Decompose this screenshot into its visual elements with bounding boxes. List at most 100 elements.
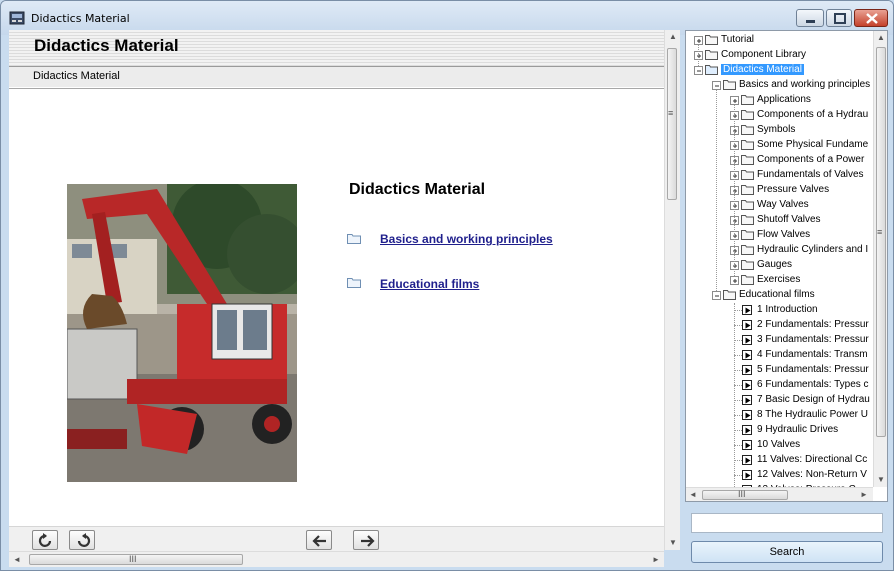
tree-item-label[interactable]: Component Library — [721, 49, 806, 60]
search-button[interactable]: Search — [691, 541, 883, 563]
minimize-icon — [806, 20, 815, 23]
tree-item[interactable]: 8 The Hydraulic Power U — [686, 408, 872, 423]
tree-item-label[interactable]: Tutorial — [721, 34, 754, 45]
content-horizontal-scrollbar[interactable]: ◄ III ► — [9, 551, 664, 567]
tree-item[interactable]: Fundamentals of Valves — [686, 168, 872, 183]
tree-item[interactable]: Exercises — [686, 273, 872, 288]
tree-item-label[interactable]: Fundamentals of Valves — [757, 169, 864, 180]
scroll-right-icon[interactable]: ► — [860, 490, 868, 499]
tree-connector — [734, 303, 736, 491]
content-vertical-scrollbar[interactable]: ▲ ≡ ▼ — [664, 30, 680, 550]
scroll-up-icon[interactable]: ▲ — [877, 33, 885, 42]
tree-item-label[interactable]: Components of a Hydrau — [757, 109, 868, 120]
tree-item[interactable]: Component Library — [686, 48, 872, 63]
tree-item-label[interactable]: 12 Valves: Non-Return V — [757, 469, 867, 480]
tree-item[interactable]: 12 Valves: Non-Return V — [686, 468, 872, 483]
tree-vscroll-thumb[interactable] — [876, 47, 886, 437]
link-basics-and-working-principles[interactable]: Basics and working principles — [380, 232, 553, 246]
folder-icon — [741, 260, 754, 270]
tree-horizontal-scrollbar[interactable]: ◄ III ► — [686, 487, 873, 501]
tree-item-label[interactable]: Components of a Power — [757, 154, 864, 165]
tree-item-label[interactable]: Didactics Material — [721, 64, 804, 75]
tree-vertical-scrollbar[interactable]: ▲ ≡ ▼ — [873, 31, 887, 487]
tree-item[interactable]: Tutorial — [686, 33, 872, 48]
tree-item[interactable]: Components of a Hydrau — [686, 108, 872, 123]
collapse-icon[interactable] — [712, 81, 721, 90]
tree-item-label[interactable]: 5 Fundamentals: Pressur — [757, 364, 869, 375]
tree-item-label[interactable]: Basics and working principles — [739, 79, 870, 90]
tree-item[interactable]: Educational films — [686, 288, 872, 303]
scroll-down-icon[interactable]: ▼ — [877, 475, 885, 484]
tree-item-label[interactable]: 2 Fundamentals: Pressur — [757, 319, 869, 330]
scroll-down-icon[interactable]: ▼ — [669, 538, 677, 547]
tree-item[interactable]: 7 Basic Design of Hydrau — [686, 393, 872, 408]
tree-item-label[interactable]: 1 Introduction — [757, 304, 818, 315]
scroll-right-icon[interactable]: ► — [652, 555, 660, 564]
tree-item-label[interactable]: Exercises — [757, 274, 800, 285]
forward-button[interactable] — [353, 530, 379, 550]
grip-icon: ≡ — [877, 227, 883, 237]
tree-item[interactable]: Basics and working principles — [686, 78, 872, 93]
tree-item-label[interactable]: 6 Fundamentals: Types c — [757, 379, 869, 390]
tree-item[interactable]: Gauges — [686, 258, 872, 273]
tree-item[interactable]: Components of a Power — [686, 153, 872, 168]
tree-item-label[interactable]: 4 Fundamentals: Transm — [757, 349, 868, 360]
scroll-left-icon[interactable]: ◄ — [13, 555, 21, 564]
tree-item-label[interactable]: 8 The Hydraulic Power U — [757, 409, 868, 420]
tree-item-label[interactable]: Symbols — [757, 124, 795, 135]
tree-item[interactable]: Applications — [686, 93, 872, 108]
tree-item-label[interactable]: Educational films — [739, 289, 815, 300]
back-button[interactable] — [306, 530, 332, 550]
search-input[interactable] — [691, 513, 883, 533]
expand-icon[interactable] — [730, 276, 739, 285]
expand-icon[interactable] — [730, 96, 739, 105]
tree-item[interactable]: 11 Valves: Directional Cc — [686, 453, 872, 468]
tree-item-label[interactable]: 10 Valves — [757, 439, 800, 450]
tree-item-label[interactable]: 3 Fundamentals: Pressur — [757, 334, 869, 345]
tree-item[interactable]: 1 Introduction — [686, 303, 872, 318]
tree-item-label[interactable]: Shutoff Valves — [757, 214, 821, 225]
tree-item-label[interactable]: Some Physical Fundame — [757, 139, 868, 150]
tree-item[interactable]: Hydraulic Cylinders and I — [686, 243, 872, 258]
tree-item-label[interactable]: Way Valves — [757, 199, 809, 210]
content-vscroll-thumb[interactable] — [667, 48, 677, 200]
refresh-button[interactable] — [32, 530, 58, 550]
reload-button[interactable] — [69, 530, 95, 550]
window-title: Didactics Material — [31, 12, 130, 25]
tree-item[interactable]: 10 Valves — [686, 438, 872, 453]
maximize-button[interactable] — [826, 9, 852, 27]
tree-item[interactable]: Pressure Valves — [686, 183, 872, 198]
minimize-button[interactable] — [796, 9, 824, 27]
tree-item[interactable]: Some Physical Fundame — [686, 138, 872, 153]
tree-item-label[interactable]: Flow Valves — [757, 229, 810, 240]
tree-item-label[interactable]: Applications — [757, 94, 811, 105]
tree-item-label[interactable]: Gauges — [757, 259, 792, 270]
scroll-up-icon[interactable]: ▲ — [669, 32, 677, 41]
breadcrumb-divider — [9, 88, 664, 89]
tree-item-label[interactable]: Pressure Valves — [757, 184, 829, 195]
expand-icon[interactable] — [694, 36, 703, 45]
tree-item[interactable]: 4 Fundamentals: Transm — [686, 348, 872, 363]
tree-item[interactable]: 2 Fundamentals: Pressur — [686, 318, 872, 333]
collapse-icon[interactable] — [694, 66, 703, 75]
tree-item[interactable]: Shutoff Valves — [686, 213, 872, 228]
tree-item[interactable]: Symbols — [686, 123, 872, 138]
close-button[interactable] — [854, 9, 888, 27]
tree-item[interactable]: 9 Hydraulic Drives — [686, 423, 872, 438]
folder-icon — [705, 65, 718, 75]
tree-item[interactable]: 6 Fundamentals: Types c — [686, 378, 872, 393]
tree-item-label[interactable]: 9 Hydraulic Drives — [757, 424, 838, 435]
navigation-tree[interactable]: Tutorial Component Library Didactics Mater… — [685, 30, 888, 502]
collapse-icon[interactable] — [712, 291, 721, 300]
tree-item-label[interactable]: 7 Basic Design of Hydrau — [757, 394, 870, 405]
tree-item[interactable]: 5 Fundamentals: Pressur — [686, 363, 872, 378]
tree-item[interactable]: Way Valves — [686, 198, 872, 213]
page-title: Didactics Material — [34, 36, 179, 55]
tree-item-label[interactable]: 11 Valves: Directional Cc — [757, 454, 867, 465]
link-educational-films[interactable]: Educational films — [380, 277, 479, 291]
tree-item[interactable]: 3 Fundamentals: Pressur — [686, 333, 872, 348]
tree-item[interactable]: Flow Valves — [686, 228, 872, 243]
tree-item-label[interactable]: Hydraulic Cylinders and I — [757, 244, 868, 255]
tree-item[interactable]: Didactics Material — [686, 63, 872, 78]
scroll-left-icon[interactable]: ◄ — [689, 490, 697, 499]
